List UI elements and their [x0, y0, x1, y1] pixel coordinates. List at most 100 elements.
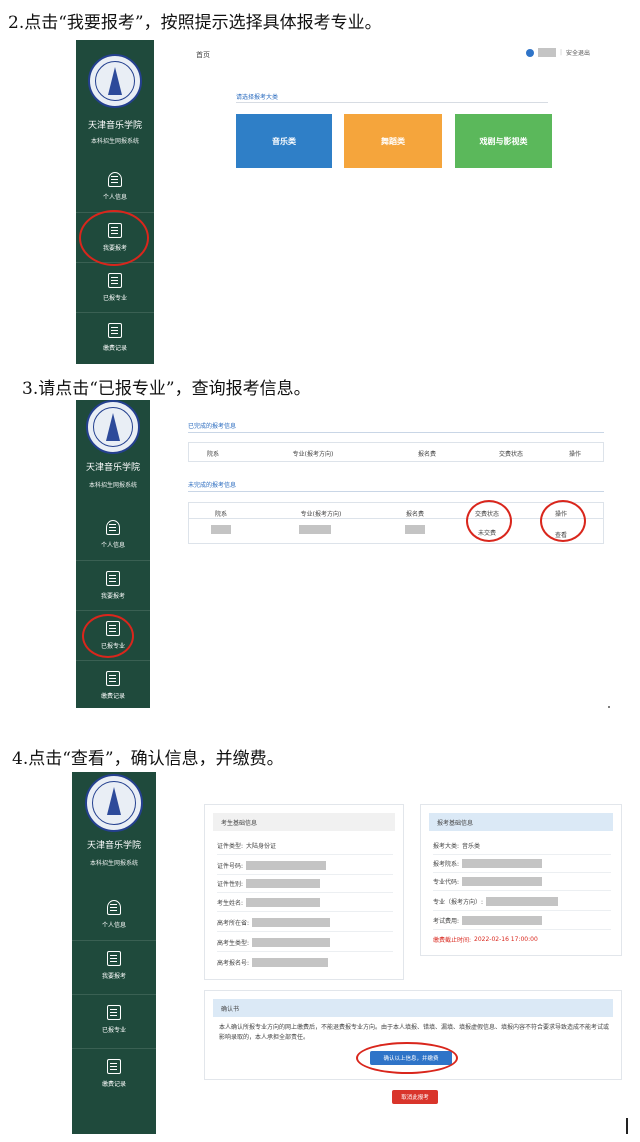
divider: [217, 931, 393, 932]
table-row: [405, 525, 425, 534]
sidebar-1: 天津音乐学院 本科招生网报系统 个人信息 我要报考 已报专业 缴费记录: [76, 40, 154, 364]
system-name: 本科招生网报系统: [90, 138, 139, 145]
nav-label: 个人信息: [101, 922, 126, 929]
user-icon: [526, 48, 534, 57]
field-id-type: 证件类型: 大陆身份证: [217, 843, 277, 850]
confirmation-text: 本人确认所报专业方向的网上缴费后，不能退费报专业方向。由于本人填报、错填、漏填、…: [219, 1024, 610, 1041]
receipt-icon: [106, 671, 120, 686]
category-dance-button[interactable]: 舞蹈类: [344, 114, 442, 168]
divider: [433, 929, 611, 930]
sidebar-item-profile[interactable]: 个人信息: [72, 890, 156, 940]
sidebar-3: 天津音乐学院 本科招生网报系统 个人信息 我要报考 已报专业 缴费记录: [72, 772, 156, 1134]
sidebar-item-payments[interactable]: 缴费记录: [72, 1048, 156, 1098]
card-title: 报考基础信息: [429, 813, 613, 831]
speck: [608, 706, 610, 708]
logout-link[interactable]: 安全退出: [566, 48, 590, 57]
step3-heading: 3.请点击“已报专业”，查询报考信息。: [22, 379, 311, 399]
sidebar-item-apply[interactable]: 我要报考: [72, 940, 156, 990]
field-province: 高考所在省:: [217, 918, 331, 927]
category-drama-button[interactable]: 戏剧与影视类: [455, 114, 552, 168]
receipt-icon: [107, 1059, 121, 1074]
field-major-code: 专业代码:: [433, 877, 543, 886]
card-title: 考生基础信息: [213, 813, 395, 831]
col-department: 院系: [214, 511, 228, 518]
nav-label: 我要报考: [101, 973, 126, 980]
divider: [217, 854, 393, 855]
student-info-card: 考生基础信息 证件类型: 大陆身份证 证件号码: 证件性别: 考生姓名: 高考所在…: [204, 804, 404, 980]
col-major: 专业(报考方向): [292, 451, 334, 458]
apply-info-card: 报考基础信息 报考大类: 音乐类 报考院系: 专业代码: 专业（报考方向）: 考试…: [420, 804, 622, 956]
sidebar-item-profile[interactable]: 个人信息: [76, 510, 150, 560]
sidebar-item-payments[interactable]: 缴费记录: [76, 312, 154, 362]
divider: [217, 892, 393, 893]
sidebar-item-profile[interactable]: 个人信息: [76, 162, 154, 212]
field-fee: 考试费用:: [433, 916, 543, 925]
school-logo-icon: [86, 400, 140, 454]
person-icon: [107, 900, 121, 915]
field-category: 报考大类: 音乐类: [433, 843, 481, 850]
field-id-number: 证件号码:: [217, 861, 327, 870]
field-name: 考生姓名:: [217, 898, 321, 907]
payment-deadline: 缴费截止时间: 2022-02-16 17:00:00: [433, 936, 538, 944]
school-name: 天津音乐学院: [87, 121, 142, 131]
nav-label: 个人信息: [102, 194, 127, 201]
user-area: | 安全退出: [526, 48, 590, 57]
field-gender: 证件性别:: [217, 879, 321, 888]
sidebar-item-payments[interactable]: 缴费记录: [76, 660, 150, 710]
school-name: 天津音乐学院: [86, 841, 141, 851]
person-icon: [108, 172, 122, 187]
step4-heading: 4.点击“查看”，确认信息，并缴费。: [12, 749, 284, 769]
category-music-button[interactable]: 音乐类: [236, 114, 332, 168]
nav-label: 缴费记录: [100, 693, 125, 700]
card-title: 确认书: [213, 999, 613, 1017]
text-cursor: [626, 1118, 628, 1134]
field-major: 专业（报考方向）:: [433, 897, 559, 906]
nav-label: 缴费记录: [102, 345, 127, 352]
divider: [236, 102, 548, 103]
divider: [217, 911, 393, 912]
table-row: [211, 525, 231, 534]
completed-table: 院系 专业(报考方向) 报名费 交费状态 操作: [188, 442, 604, 462]
table-header: [189, 443, 603, 459]
school-name: 天津音乐学院: [85, 463, 140, 473]
nav-label: 已报专业: [102, 295, 127, 302]
school-logo-icon: [85, 774, 143, 832]
sidebar-item-applied[interactable]: 已报专业: [72, 994, 156, 1044]
document-icon: [107, 1005, 121, 1020]
school-logo-icon: [88, 54, 142, 108]
sidebar-2: 天津音乐学院 本科招生网报系统 个人信息 我要报考 已报专业 缴费记录: [76, 400, 150, 708]
divider: [433, 890, 611, 891]
sidebar-item-applied[interactable]: 已报专业: [76, 262, 154, 312]
highlight-ring: [79, 210, 149, 266]
divider: [433, 910, 611, 911]
col-department: 院系: [206, 451, 220, 458]
nav-label: 个人信息: [100, 542, 125, 549]
field-student-type: 高考生类型:: [217, 938, 331, 947]
divider: [188, 491, 604, 492]
receipt-icon: [108, 323, 122, 338]
nav-label: 已报专业: [101, 1027, 126, 1034]
highlight-ring: [356, 1042, 458, 1074]
step2-heading: 2.点击“我要报考”，按照提示选择具体报考专业。: [8, 13, 382, 33]
system-name: 本科招生网报系统: [88, 482, 137, 489]
col-status: 交费状态: [498, 451, 524, 458]
highlight-ring: [466, 500, 512, 542]
divider: [433, 854, 611, 855]
pending-title: 未完成的报考信息: [188, 482, 237, 489]
cancel-application-button[interactable]: 取消此报考: [392, 1090, 438, 1104]
highlight-ring: [540, 500, 586, 542]
breadcrumb[interactable]: 首页: [196, 50, 210, 60]
edit-icon: [106, 571, 120, 586]
edit-icon: [107, 951, 121, 966]
field-department: 报考院系:: [433, 859, 543, 868]
col-major: 专业(报考方向): [300, 511, 342, 518]
table-row: [299, 525, 331, 534]
person-icon: [106, 520, 120, 535]
col-fee: 报名费: [417, 451, 437, 458]
system-name: 本科招生网报系统: [89, 860, 138, 867]
divider: [188, 432, 604, 433]
field-exam-number: 高考报名号:: [217, 958, 329, 967]
sidebar-item-apply[interactable]: 我要报考: [76, 560, 150, 610]
nav-label: 缴费记录: [101, 1081, 126, 1088]
divider: [217, 951, 393, 952]
